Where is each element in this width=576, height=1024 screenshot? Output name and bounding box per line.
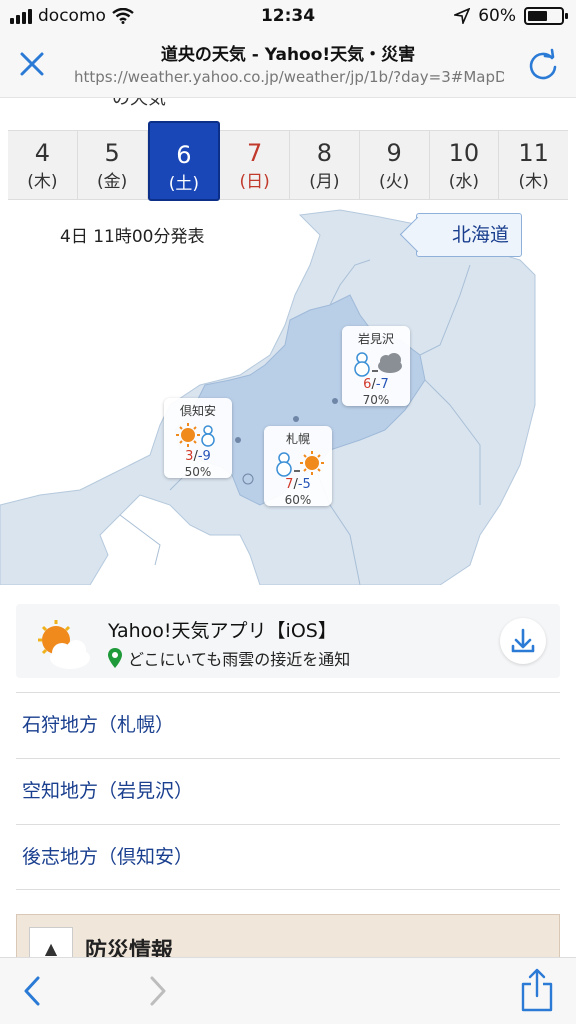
app-banner[interactable]: Yahoo!天気アプリ【iOS】 どこにいても雨雲の接近を通知 xyxy=(16,604,560,678)
reload-icon xyxy=(529,48,557,80)
date-tab-day: 6 xyxy=(176,141,192,169)
date-tab-day: 7 xyxy=(246,139,263,167)
page-title: 道央の天気 - Yahoo!天気・災害 xyxy=(160,45,416,65)
temperature: 6/-7 xyxy=(363,377,389,392)
temp-high: 3 xyxy=(185,449,194,464)
snow-icon xyxy=(201,425,215,447)
date-tab-dow: (土) xyxy=(168,174,199,194)
sun-icon xyxy=(300,451,324,475)
region-link-sorachi[interactable]: 空知地方（岩見沢） xyxy=(16,758,560,824)
temp-low: -9 xyxy=(197,449,211,464)
weather-icons xyxy=(164,421,232,449)
snow-icon xyxy=(276,452,292,477)
precip-chance: 50% xyxy=(184,465,212,479)
hokkaido-button[interactable]: 北海道 xyxy=(416,213,522,257)
battery-percent: 60% xyxy=(478,6,516,26)
city-card-kutchan[interactable]: 倶知安 3/-9 50% xyxy=(164,398,232,479)
sun-cloud-icon xyxy=(38,620,90,669)
date-tab-day: 5 xyxy=(104,139,120,167)
map-city-dot xyxy=(293,416,299,422)
city-card-sapporo[interactable]: 札幌 7/-5 60% xyxy=(264,426,332,507)
date-tab-day: 9 xyxy=(386,139,402,167)
date-tab-dow: (月) xyxy=(309,172,340,192)
city-name: 札幌 xyxy=(285,432,310,446)
back-arrow-icon[interactable] xyxy=(20,974,44,1008)
date-tab-11[interactable]: 11 (木) xyxy=(499,131,568,199)
close-icon xyxy=(20,52,44,76)
date-tab-day: 10 xyxy=(448,139,480,167)
map-city-dot xyxy=(235,437,241,443)
app-subtitle: どこにいても雨雲の接近を通知 xyxy=(128,650,351,669)
date-tab-5[interactable]: 5 (金) xyxy=(78,131,148,199)
page-url: https://weather.yahoo.co.jp/weather/jp/1… xyxy=(74,68,504,86)
share-icon[interactable] xyxy=(520,968,554,1012)
precip-chance: 70% xyxy=(362,393,390,407)
status-right: 60% xyxy=(454,6,568,26)
battery-icon xyxy=(524,7,568,25)
weather-icons xyxy=(264,449,332,477)
temperature: 3/-9 xyxy=(185,449,211,464)
date-tab-10[interactable]: 10 (水) xyxy=(430,131,500,199)
weather-map[interactable] xyxy=(0,205,576,585)
city-name: 倶知安 xyxy=(179,404,216,418)
battery-fill xyxy=(528,11,547,21)
precip-chance: 60% xyxy=(284,493,312,507)
date-tab-9[interactable]: 9 (火) xyxy=(360,131,430,199)
date-tab-8[interactable]: 8 (月) xyxy=(290,131,360,199)
region-link-ishikari[interactable]: 石狩地方（札幌） xyxy=(16,692,560,758)
location-arrow-icon xyxy=(454,8,471,24)
date-tab-dow: (火) xyxy=(378,172,410,192)
forward-arrow-icon[interactable] xyxy=(146,974,170,1008)
cloud-icon xyxy=(378,353,402,373)
date-tab-dow: (木) xyxy=(518,172,549,192)
app-title: Yahoo!天気アプリ【iOS】 xyxy=(108,620,337,642)
snow-icon xyxy=(354,352,370,377)
date-tab-day: 8 xyxy=(316,139,333,167)
date-tab-day: 4 xyxy=(34,139,51,167)
temp-high: 6 xyxy=(363,377,372,392)
city-card-iwamizawa[interactable]: 岩見沢 6/-7 70% xyxy=(342,326,410,407)
reload-button[interactable] xyxy=(526,48,560,82)
temp-high: 7 xyxy=(285,477,294,492)
temperature: 7/-5 xyxy=(285,477,311,492)
temp-low: -7 xyxy=(375,377,389,392)
date-tab-4[interactable]: 4 (木) xyxy=(8,131,78,199)
weather-icons xyxy=(342,349,410,377)
date-tabs: 4 (木) 5 (金) 6 (土) 7 (日) 8 (月) 9 (火) 10 (… xyxy=(8,121,568,201)
date-tab-dow: (日) xyxy=(239,172,270,192)
city-name: 岩見沢 xyxy=(357,332,394,346)
browser-header: 道央の天気 - Yahoo!天気・災害 https://weather.yaho… xyxy=(0,32,576,98)
browser-toolbar xyxy=(0,957,576,1024)
location-pin-icon xyxy=(108,648,122,668)
region-link-shiribeshi[interactable]: 後志地方（倶知安） xyxy=(16,824,560,890)
date-tab-day: 11 xyxy=(518,139,549,167)
map-city-dot xyxy=(332,398,338,404)
issued-time: 4日 11時00分発表 xyxy=(60,227,205,247)
download-button[interactable] xyxy=(500,618,546,664)
temp-low: -5 xyxy=(297,477,311,492)
app-subtitle-row: どこにいても雨雲の接近を通知 xyxy=(108,646,350,670)
status-bar: docomo 12:34 60% xyxy=(0,0,576,32)
date-tab-dow: (木) xyxy=(27,172,58,192)
date-tab-dow: (水) xyxy=(448,172,479,192)
download-icon xyxy=(511,628,535,653)
date-tab-6-selected[interactable]: 6 (土) xyxy=(147,121,221,201)
date-tab-dow: (金) xyxy=(96,172,128,192)
date-tab-7[interactable]: 7 (日) xyxy=(220,131,290,199)
sun-icon xyxy=(176,423,200,447)
close-button[interactable] xyxy=(14,46,50,82)
